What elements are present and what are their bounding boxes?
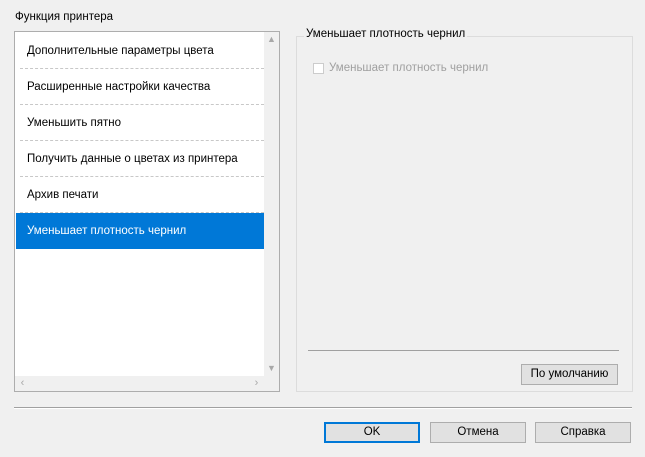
vertical-scrollbar[interactable]: ▲ ▼: [264, 32, 279, 376]
ok-button[interactable]: OK: [324, 422, 420, 443]
reduce-ink-checkbox-row[interactable]: Уменьшает плотность чернил: [313, 62, 488, 74]
reduce-ink-checkbox[interactable]: [313, 62, 324, 74]
options-group-box: [296, 36, 633, 392]
list-item-reduce-ink-density[interactable]: Уменьшает плотность чернил: [16, 213, 265, 249]
list-item-color-options[interactable]: Дополнительные параметры цвета: [16, 33, 265, 69]
reduce-ink-checkbox-label: Уменьшает плотность чернил: [329, 62, 489, 74]
options-group-title: Уменьшает плотность чернил: [304, 28, 468, 40]
help-button[interactable]: Справка: [535, 422, 631, 443]
printer-function-label: Функция принтера: [15, 11, 114, 23]
feature-list[interactable]: Дополнительные параметры цвета Расширенн…: [14, 31, 280, 392]
dialog-divider: [14, 407, 632, 409]
list-item-print-archive[interactable]: Архив печати: [16, 177, 265, 213]
horizontal-scrollbar[interactable]: ‹ ›: [15, 376, 264, 391]
scroll-right-icon[interactable]: ›: [249, 376, 264, 391]
cancel-button[interactable]: Отмена: [430, 422, 526, 443]
scroll-up-icon[interactable]: ▲: [264, 32, 279, 47]
scroll-down-icon[interactable]: ▼: [264, 361, 279, 376]
list-item-quality-settings[interactable]: Расширенные настройки качества: [16, 69, 265, 105]
restore-defaults-button[interactable]: По умолчанию: [521, 364, 618, 385]
options-divider: [308, 350, 619, 351]
scroll-left-icon[interactable]: ‹: [15, 376, 30, 391]
list-item-printer-color-data[interactable]: Получить данные о цветах из принтера: [16, 141, 265, 177]
list-item-reduce-smudge[interactable]: Уменьшить пятно: [16, 105, 265, 141]
scroll-corner: [264, 376, 279, 391]
